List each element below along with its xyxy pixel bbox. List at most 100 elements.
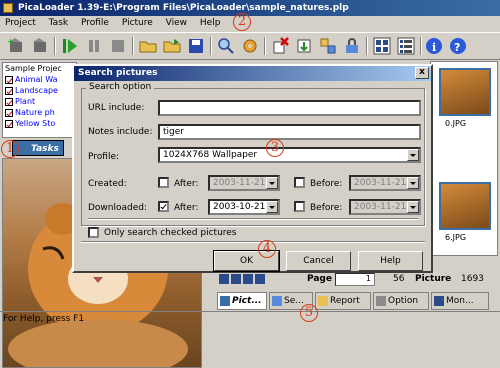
info-icon[interactable]: i	[424, 36, 444, 56]
callout-5: 5	[300, 304, 318, 322]
picture-label: Picture	[415, 274, 452, 284]
report-icon	[318, 296, 328, 306]
created-after-date[interactable]: 2003-11-21	[208, 175, 280, 191]
callout-4: 4	[258, 240, 276, 258]
menu-view[interactable]: View	[161, 16, 192, 28]
help-button[interactable]: Help	[358, 251, 423, 271]
tree-item[interactable]: Yellow Sto	[3, 118, 76, 129]
only-checked-checkbox[interactable]	[88, 227, 99, 238]
last-page-icon[interactable]	[255, 274, 265, 284]
svg-text:i: i	[432, 41, 436, 54]
downloaded-after-date[interactable]: 2003-10-21	[208, 199, 280, 215]
move-icon[interactable]	[318, 36, 338, 56]
only-checked-label: Only search checked pictures	[104, 228, 237, 238]
created-after-checkbox[interactable]	[158, 177, 169, 188]
divider	[88, 218, 418, 220]
cancel-button[interactable]: Cancel	[286, 251, 351, 271]
close-project-icon[interactable]	[30, 36, 50, 56]
tree-item[interactable]: Animal Wa	[3, 74, 76, 85]
bottom-tabs: Pict... Se... Report Option Mon...	[215, 292, 500, 310]
page-label: Page	[307, 274, 332, 284]
checkbox-icon[interactable]	[5, 109, 13, 117]
tree-item[interactable]: Landscape	[3, 85, 76, 96]
pause-icon[interactable]	[84, 36, 104, 56]
menu-task[interactable]: Task	[44, 16, 73, 28]
help-icon[interactable]: ?	[448, 36, 468, 56]
dialog-separator	[81, 241, 425, 243]
thumbnail-view-icon[interactable]	[372, 36, 392, 56]
created-after-label: After:	[174, 179, 199, 189]
downloaded-after-checkbox[interactable]	[158, 201, 169, 212]
dialog-title: Search pictures	[78, 68, 158, 78]
delete-icon[interactable]	[270, 36, 290, 56]
page-input[interactable]: 1	[335, 273, 375, 286]
lock-icon[interactable]	[342, 36, 362, 56]
url-include-field[interactable]	[158, 100, 421, 116]
downloaded-before-label: Before:	[310, 203, 343, 213]
chevron-down-icon[interactable]	[266, 201, 278, 213]
checkbox-icon[interactable]	[5, 98, 13, 106]
stop-icon[interactable]	[108, 36, 128, 56]
checkbox-icon[interactable]	[5, 120, 13, 128]
chevron-down-icon[interactable]	[407, 201, 419, 213]
app-title: PicaLoader 1.39-E:\Program Files\PicaLoa…	[18, 3, 349, 13]
callout-2: 2	[233, 13, 251, 31]
thumbnail-image[interactable]	[439, 182, 491, 230]
callout-3: 3	[266, 139, 284, 157]
status-text: For Help, press F1	[3, 314, 85, 324]
search-icon[interactable]	[216, 36, 236, 56]
group-label: Search option	[86, 82, 155, 92]
tab-monitor[interactable]: Mon...	[431, 292, 489, 310]
tab-tasks[interactable]: Tasks	[12, 140, 64, 156]
toolbar: + i ?	[0, 32, 500, 60]
download-icon[interactable]	[294, 36, 314, 56]
first-page-icon[interactable]	[219, 274, 229, 284]
tree-item[interactable]: Plant	[3, 96, 76, 107]
search-tab-icon	[272, 296, 282, 306]
tree-root[interactable]: Sample Projec	[3, 63, 76, 74]
tab-pictures[interactable]: Pict...	[217, 292, 267, 310]
prev-page-icon[interactable]	[231, 274, 241, 284]
menu-profile[interactable]: Profile	[76, 16, 114, 28]
save-icon[interactable]	[186, 36, 206, 56]
menu-project[interactable]: Project	[0, 16, 41, 28]
pager-bar: Page 1 56 Picture 1693	[215, 272, 500, 288]
created-before-date[interactable]: 2003-11-21	[349, 175, 421, 191]
start-icon[interactable]	[60, 36, 80, 56]
open-folder-icon[interactable]	[138, 36, 158, 56]
menu-picture[interactable]: Picture	[117, 16, 158, 28]
created-before-checkbox[interactable]	[294, 177, 305, 188]
checkbox-icon[interactable]	[5, 76, 13, 84]
downloaded-before-date[interactable]: 2003-11-21	[349, 199, 421, 215]
menu-help[interactable]: Help	[195, 16, 226, 28]
downloaded-before-checkbox[interactable]	[294, 201, 305, 212]
list-view-icon[interactable]	[396, 36, 416, 56]
created-before-label: Before:	[310, 179, 343, 189]
downloaded-after-label: After:	[174, 203, 199, 213]
chevron-down-icon[interactable]	[407, 149, 419, 161]
svg-text:+: +	[7, 37, 14, 46]
callout-1: 1	[1, 140, 19, 158]
profile-select[interactable]: 1024X768 Wallpaper	[158, 147, 421, 163]
search-pictures-dialog: Search pictures x Search option URL incl…	[72, 64, 433, 273]
notes-include-field[interactable]: tiger	[158, 124, 421, 140]
notes-include-label: Notes include:	[88, 127, 153, 137]
tab-option[interactable]: Option	[373, 292, 429, 310]
chevron-down-icon[interactable]	[266, 177, 278, 189]
thumbnail-list: 0.JPG 6.JPG	[430, 61, 498, 256]
app-title-bar: PicaLoader 1.39-E:\Program Files\PicaLoa…	[0, 0, 500, 16]
dialog-close-button[interactable]: x	[415, 67, 429, 79]
chevron-down-icon[interactable]	[407, 177, 419, 189]
settings-icon[interactable]	[240, 36, 260, 56]
thumbnail-image[interactable]	[439, 68, 491, 116]
thumbnail-label: 6.JPG	[445, 233, 467, 242]
checkbox-icon[interactable]	[5, 87, 13, 95]
next-page-icon[interactable]	[243, 274, 253, 284]
monitor-icon	[434, 296, 444, 306]
pictures-icon	[220, 296, 230, 306]
tab-report[interactable]: Report	[315, 292, 371, 310]
tree-item[interactable]: Nature ph	[3, 107, 76, 118]
new-project-icon[interactable]: +	[6, 36, 26, 56]
url-include-label: URL include:	[88, 103, 145, 113]
export-folder-icon[interactable]	[162, 36, 182, 56]
